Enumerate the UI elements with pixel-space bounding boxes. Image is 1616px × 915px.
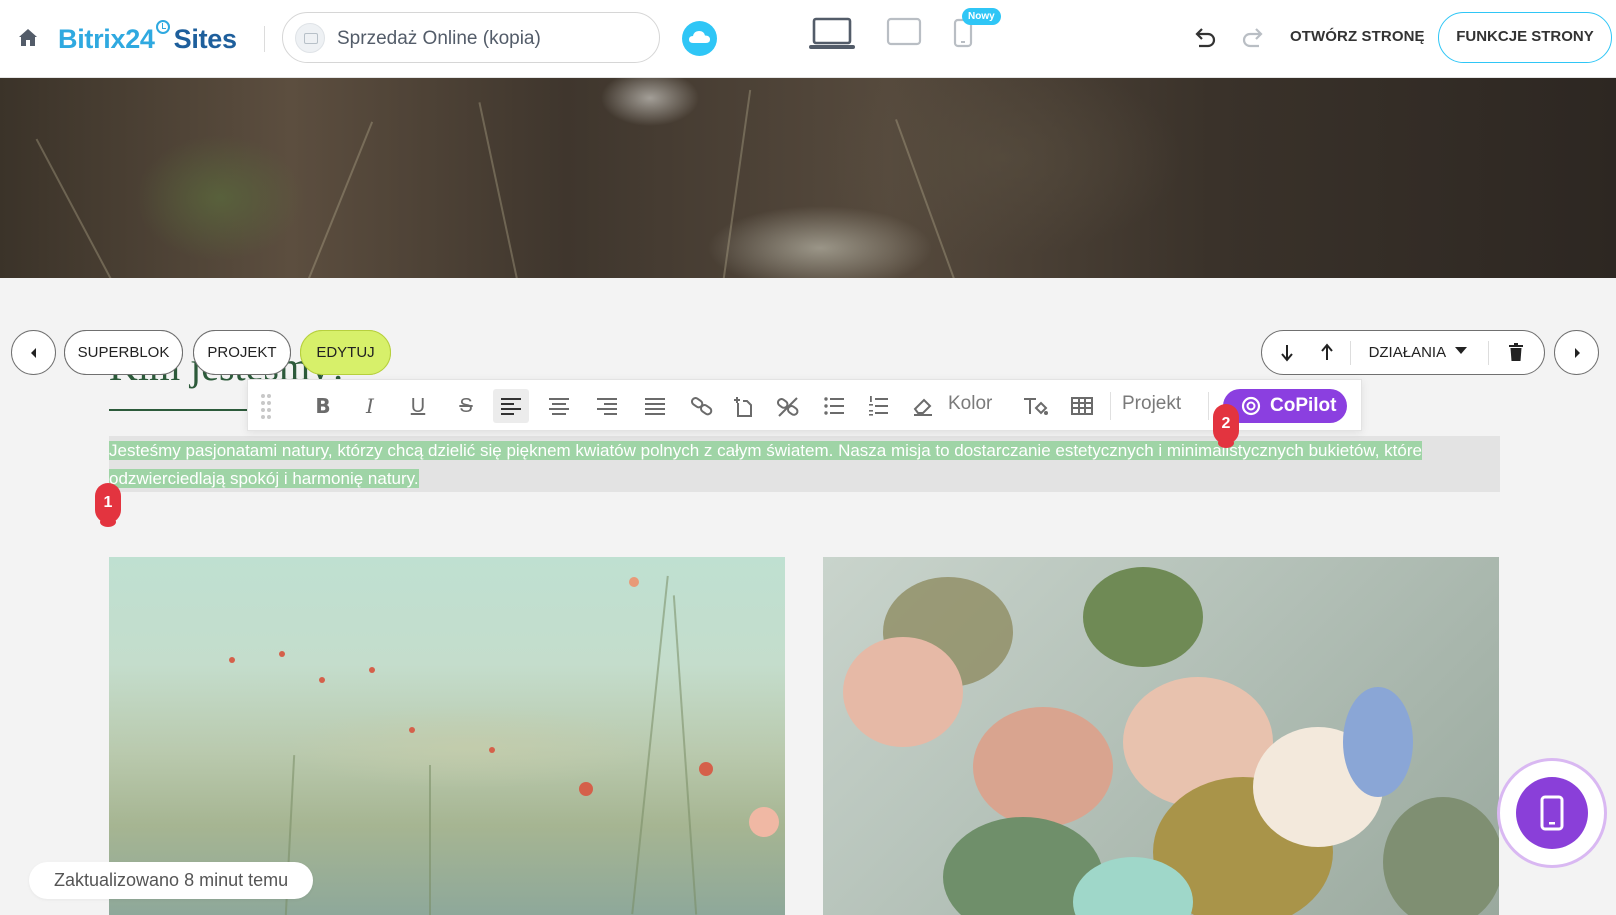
tablet-view-icon[interactable] — [886, 17, 922, 47]
new-badge: Nowy — [962, 8, 1001, 25]
desktop-view-icon[interactable] — [808, 16, 856, 52]
hero-stem — [478, 102, 522, 278]
site-thumbnail-icon — [295, 23, 325, 53]
header-divider — [264, 26, 265, 52]
flower-bloom — [843, 637, 963, 747]
poppy — [749, 807, 779, 837]
block-actions-group: DZIAŁANIA — [1261, 330, 1545, 375]
bitrix24-sites-logo[interactable]: Bitrix24 Sites — [58, 20, 237, 55]
page-functions-button[interactable]: FUNKCJE STRONY — [1438, 12, 1612, 63]
delete-block-icon[interactable] — [1494, 331, 1538, 374]
bullet-list-icon[interactable] — [816, 389, 852, 423]
flower-bloom — [1083, 567, 1203, 667]
selected-paragraph[interactable]: Jesteśmy pasjonatami natury, którzy chcą… — [109, 437, 1500, 493]
logo-clock-icon — [155, 20, 170, 34]
paragraph-selection: Jesteśmy pasjonatami natury, którzy chcą… — [109, 441, 1422, 488]
heading-underline — [109, 409, 249, 411]
hero-flowers-image — [0, 78, 1616, 278]
hero-stem — [720, 89, 752, 278]
hero-stem — [300, 121, 374, 278]
copilot-button[interactable]: CoPilot — [1223, 389, 1347, 423]
grass-blade — [429, 765, 431, 915]
previous-block-button[interactable] — [11, 330, 56, 375]
toolbar-divider — [1208, 392, 1209, 420]
poppy — [629, 577, 639, 587]
top-bar: Bitrix24 Sites Sprzedaż Online (kopia) No… — [0, 0, 1616, 78]
text-color-fill-icon[interactable] — [1018, 389, 1054, 423]
copilot-icon — [1241, 396, 1261, 416]
move-down-icon[interactable] — [1268, 331, 1306, 374]
poppy — [579, 782, 593, 796]
align-justify-icon[interactable] — [637, 389, 673, 423]
actions-label: DZIAŁANIA — [1368, 344, 1446, 361]
text-color-label[interactable]: Kolor — [948, 393, 992, 415]
hero-stem — [895, 119, 962, 278]
text-design-label[interactable]: Projekt — [1122, 393, 1181, 415]
chevron-down-icon — [1455, 347, 1468, 354]
home-icon[interactable] — [16, 26, 40, 50]
unlink-icon[interactable] — [770, 389, 806, 423]
poppy — [279, 651, 285, 657]
next-block-button[interactable] — [1554, 330, 1599, 375]
divider — [1350, 341, 1351, 365]
flower-bloom — [1383, 797, 1499, 915]
divider — [1488, 341, 1489, 365]
poppy — [229, 657, 235, 663]
flower-bloom — [973, 707, 1113, 827]
mobile-preview-icon — [1516, 777, 1588, 849]
site-name: Sprzedaż Online (kopia) — [337, 28, 541, 49]
last-updated-status: Zaktualizowano 8 minut temu — [29, 862, 314, 899]
logo-main-text: Bitrix24 — [58, 24, 155, 54]
align-center-icon[interactable] — [541, 389, 577, 423]
move-up-icon[interactable] — [1308, 331, 1346, 374]
hero-stem — [35, 138, 122, 278]
text-format-toolbar: B I U S Kolor Projekt CoPilot — [247, 379, 1362, 431]
poppy — [489, 747, 495, 753]
actions-dropdown[interactable]: DZIAŁANIA — [1354, 331, 1482, 374]
site-selector[interactable]: Sprzedaż Online (kopia) — [282, 12, 660, 63]
cloud-save-icon[interactable] — [682, 21, 717, 56]
superblock-button-overlay[interactable]: SUPERBLOK — [64, 330, 183, 375]
insert-link-icon[interactable] — [726, 389, 762, 423]
bouquet-flowers-image[interactable] — [823, 557, 1499, 915]
grass-blade — [672, 595, 697, 915]
block-design-button-overlay[interactable]: PROJEKT — [193, 330, 291, 375]
poppy — [409, 727, 415, 733]
clear-format-eraser-icon[interactable] — [905, 389, 941, 423]
block-edit-button-overlay[interactable]: EDYTUJ — [300, 330, 391, 375]
strikethrough-icon[interactable]: S — [448, 389, 484, 423]
table-icon[interactable] — [1064, 389, 1100, 423]
redo-icon[interactable] — [1240, 25, 1268, 53]
step-marker-1: 1 — [95, 483, 121, 527]
numbered-list-icon[interactable] — [860, 389, 896, 423]
drag-handle-icon[interactable] — [260, 393, 272, 419]
align-right-icon[interactable] — [589, 389, 625, 423]
mobile-preview-button[interactable] — [1497, 758, 1607, 868]
link-icon[interactable] — [684, 389, 720, 423]
copilot-label: CoPilot — [1270, 395, 1337, 416]
align-left-icon[interactable] — [493, 389, 529, 423]
poppy — [319, 677, 325, 683]
logo-suffix-text: Sites — [173, 24, 237, 54]
underline-icon[interactable]: U — [400, 389, 436, 423]
poppy — [369, 667, 375, 673]
grass-blade — [631, 575, 669, 915]
poppy — [699, 762, 713, 776]
step-marker-2: 2 — [1213, 404, 1239, 448]
italic-icon[interactable]: I — [352, 389, 388, 423]
open-page-link[interactable]: OTWÓRZ STRONĘ — [1290, 28, 1425, 45]
undo-icon[interactable] — [1190, 25, 1218, 53]
flower-bloom — [1343, 687, 1413, 797]
bold-icon[interactable]: B — [305, 389, 341, 423]
toolbar-divider — [1110, 392, 1111, 420]
